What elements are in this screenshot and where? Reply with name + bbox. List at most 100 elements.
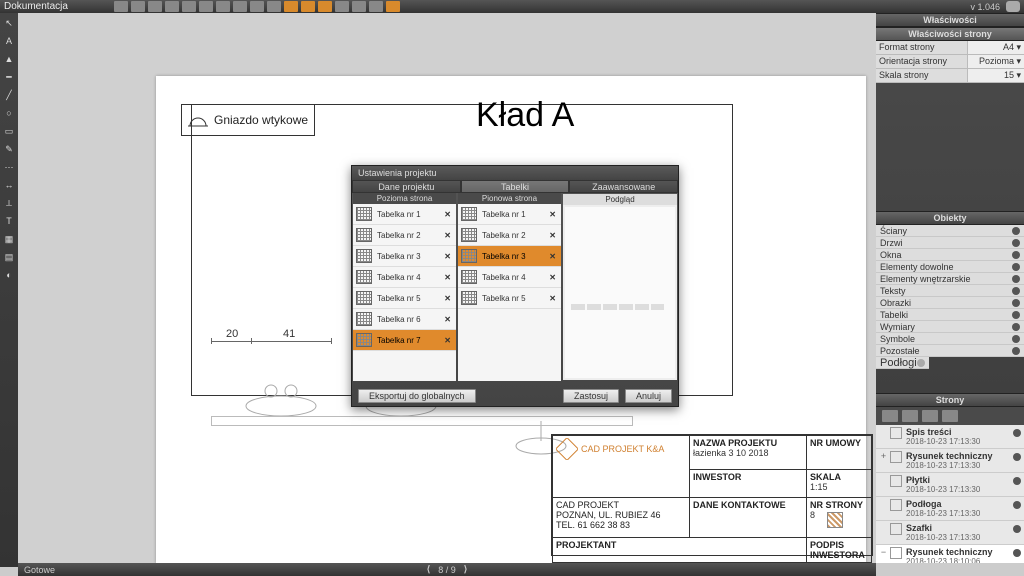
tab-tabelki[interactable]: Tabelki [461, 180, 570, 193]
remove-icon[interactable]: ✕ [442, 210, 453, 219]
tool-arrow-icon[interactable]: ↖ [3, 17, 15, 29]
toolbar-icon[interactable] [148, 1, 162, 12]
toolbar-icon[interactable] [352, 1, 366, 12]
object-row[interactable]: Obrazki [876, 297, 1024, 309]
table-row[interactable]: Tabelka nr 5✕ [353, 288, 456, 309]
tables-list-left[interactable]: Tabelka nr 1✕Tabelka nr 2✕Tabelka nr 3✕T… [353, 204, 456, 381]
tool-rect-icon[interactable]: ▭ [3, 125, 15, 137]
next-page-icon[interactable]: ⟩ [464, 564, 468, 575]
export-button[interactable]: Eksportuj do globalnych [358, 389, 476, 403]
visibility-icon[interactable] [1012, 239, 1020, 247]
property-row[interactable]: Skala strony15 ▾ [876, 69, 1024, 83]
object-row[interactable]: Wymiary [876, 321, 1024, 333]
object-row[interactable]: Podłogi [876, 357, 929, 369]
visibility-icon[interactable] [1013, 453, 1021, 461]
tab-dane-projektu[interactable]: Dane projektu [352, 180, 461, 193]
object-row[interactable]: Tabelki [876, 309, 1024, 321]
tool-dim-icon[interactable]: ↔ [3, 179, 15, 191]
pages-tool-icon[interactable] [942, 410, 958, 422]
page-row[interactable]: +Rysunek techniczny2018-10-23 17:13:30 [876, 449, 1024, 473]
table-row[interactable]: Tabelka nr 3✕ [353, 246, 456, 267]
table-row[interactable]: Tabelka nr 6✕ [353, 309, 456, 330]
tool-icon[interactable]: ━ [3, 71, 15, 83]
tool-line-icon[interactable]: ╱ [3, 89, 15, 101]
visibility-icon[interactable] [1013, 501, 1021, 509]
toolbar-icon[interactable] [250, 1, 264, 12]
remove-icon[interactable]: ✕ [547, 210, 558, 219]
object-row[interactable]: Okna [876, 249, 1024, 261]
page-row[interactable]: Płytki2018-10-23 17:13:30 [876, 473, 1024, 497]
remove-icon[interactable]: ✕ [442, 294, 453, 303]
visibility-icon[interactable] [1012, 347, 1020, 355]
apply-button[interactable]: Zastosuj [563, 389, 619, 403]
visibility-icon[interactable] [1012, 311, 1020, 319]
remove-icon[interactable]: ✕ [547, 294, 558, 303]
remove-icon[interactable]: ✕ [442, 252, 453, 261]
toolbar-icon[interactable] [165, 1, 179, 12]
page-row[interactable]: Szafki2018-10-23 17:13:30 [876, 521, 1024, 545]
object-row[interactable]: Elementy wnętrzarskie [876, 273, 1024, 285]
tool-circle-icon[interactable]: ○ [3, 107, 15, 119]
visibility-icon[interactable] [1012, 263, 1020, 271]
visibility-icon[interactable] [1012, 323, 1020, 331]
tool-image-icon[interactable]: ▦ [3, 233, 15, 245]
toolbar-icon[interactable] [216, 1, 230, 12]
pages-tool-icon[interactable] [902, 410, 918, 422]
toolbar-icon[interactable] [114, 1, 128, 12]
tool-line-icon[interactable]: ▲ [3, 53, 15, 65]
tool-text-icon[interactable]: T [3, 215, 15, 227]
toolbar-icon[interactable] [335, 1, 349, 12]
table-row[interactable]: Tabelka nr 4✕ [353, 267, 456, 288]
table-edit-icon[interactable] [827, 512, 843, 528]
table-row[interactable]: Tabelka nr 3✕ [458, 246, 561, 267]
tool-grid-icon[interactable]: ▤ [3, 251, 15, 263]
object-row[interactable]: Teksty [876, 285, 1024, 297]
object-row[interactable]: Symbole [876, 333, 1024, 345]
tool-icon[interactable]: ⋯ [3, 161, 15, 173]
remove-icon[interactable]: ✕ [442, 336, 453, 345]
tool-icon[interactable]: ⟂ [3, 197, 15, 209]
pages-tool-icon[interactable] [882, 410, 898, 422]
table-row[interactable]: Tabelka nr 1✕ [353, 204, 456, 225]
toolbar-icon[interactable] [301, 1, 315, 12]
visibility-icon[interactable] [1013, 525, 1021, 533]
toolbar-icon[interactable] [199, 1, 213, 12]
toolbar-icon[interactable] [267, 1, 281, 12]
object-row[interactable]: Pozostałe [876, 345, 1024, 357]
visibility-icon[interactable] [1012, 275, 1020, 283]
cancel-button[interactable]: Anuluj [625, 389, 672, 403]
remove-icon[interactable]: ✕ [547, 273, 558, 282]
table-row[interactable]: Tabelka nr 2✕ [458, 225, 561, 246]
page-row[interactable]: −Rysunek techniczny2018-10-23 18:10:06 [876, 545, 1024, 563]
visibility-icon[interactable] [1012, 299, 1020, 307]
toolbar-icon[interactable] [318, 1, 332, 12]
object-row[interactable]: Elementy dowolne [876, 261, 1024, 273]
property-row[interactable]: Orientacja stronyPozioma ▾ [876, 55, 1024, 69]
toolbar-icon[interactable] [182, 1, 196, 12]
page-row[interactable]: Podłoga2018-10-23 17:13:30 [876, 497, 1024, 521]
object-row[interactable]: Drzwi [876, 237, 1024, 249]
visibility-icon[interactable] [1013, 549, 1021, 557]
tool-pencil-icon[interactable]: ✎ [3, 143, 15, 155]
toolbar-icon[interactable] [386, 1, 400, 12]
visibility-icon[interactable] [1013, 429, 1021, 437]
tab-zaawansowane[interactable]: Zaawansowane [569, 180, 678, 193]
visibility-icon[interactable] [1012, 335, 1020, 343]
visibility-icon[interactable] [1012, 287, 1020, 295]
remove-icon[interactable]: ✕ [442, 315, 453, 324]
visibility-icon[interactable] [1013, 477, 1021, 485]
pages-tool-icon[interactable] [922, 410, 938, 422]
visibility-icon[interactable] [1012, 251, 1020, 259]
table-row[interactable]: Tabelka nr 5✕ [458, 288, 561, 309]
prev-page-icon[interactable]: ⟨ [427, 564, 431, 575]
table-row[interactable]: Tabelka nr 7✕ [353, 330, 456, 351]
remove-icon[interactable]: ✕ [442, 231, 453, 240]
remove-icon[interactable]: ✕ [547, 252, 558, 261]
tables-list-right[interactable]: Tabelka nr 1✕Tabelka nr 2✕Tabelka nr 3✕T… [458, 204, 561, 381]
toolbar-icon[interactable] [284, 1, 298, 12]
close-icon[interactable] [1006, 1, 1020, 12]
toolbar-icon[interactable] [131, 1, 145, 12]
tool-icon[interactable]: ◐ [3, 269, 15, 281]
pages-list[interactable]: Spis treści2018-10-23 17:13:30+Rysunek t… [876, 425, 1024, 563]
remove-icon[interactable]: ✕ [442, 273, 453, 282]
